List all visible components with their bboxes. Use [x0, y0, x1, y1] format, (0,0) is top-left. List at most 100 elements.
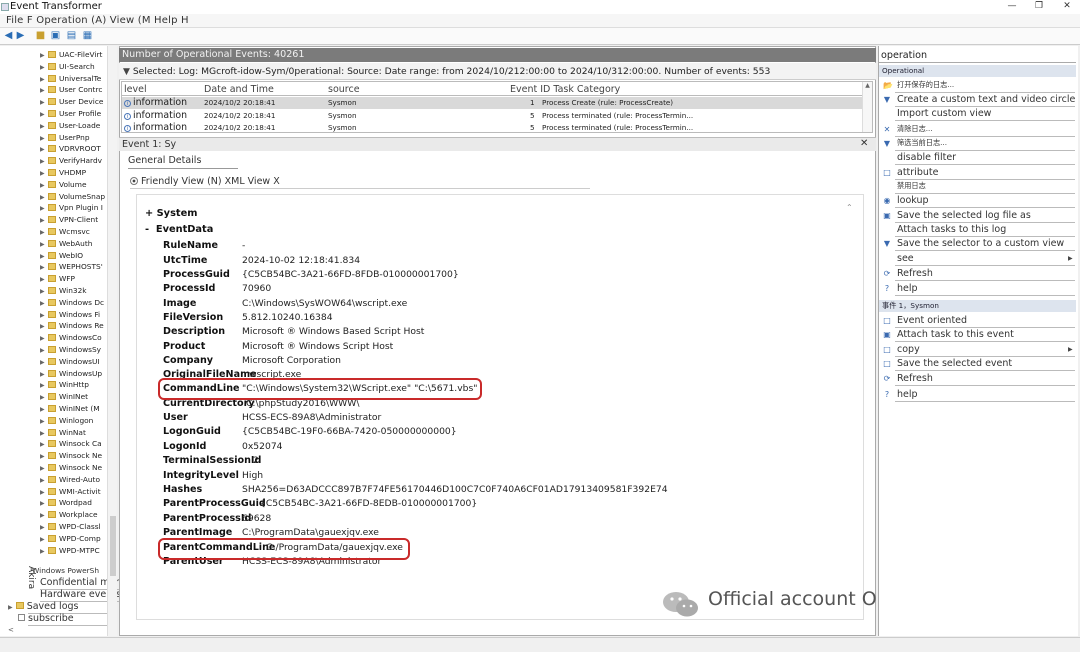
- maximize-icon[interactable]: ❐: [1032, 1, 1046, 12]
- chevron-right-icon[interactable]: ▶: [40, 215, 48, 226]
- collapse-icon[interactable]: -: [145, 224, 156, 235]
- chevron-right-icon[interactable]: ▶: [40, 487, 48, 498]
- chevron-right-icon[interactable]: ▶: [40, 451, 48, 462]
- tree-item[interactable]: ▶ WPD-MTPC: [40, 545, 116, 557]
- tree-item[interactable]: ▶ WinHttp: [40, 379, 116, 391]
- table-row[interactable]: i information 2024/10/2 20:18:41 Sysmon 1…: [122, 97, 867, 109]
- chevron-right-icon[interactable]: ▶: [40, 428, 48, 439]
- chevron-right-icon[interactable]: ▶: [40, 97, 48, 108]
- chevron-right-icon[interactable]: ▶: [40, 380, 48, 391]
- table-row[interactable]: i information 2024/10/2 20:18:41 Sysmon 5…: [122, 110, 867, 122]
- chevron-right-icon[interactable]: ▶: [40, 522, 48, 533]
- action-item[interactable]: Save the selected log file as: [897, 210, 1031, 221]
- chevron-right-icon[interactable]: ▶: [40, 144, 48, 155]
- back-icon[interactable]: ◀: [3, 31, 14, 41]
- tree-item[interactable]: ▶ Volume: [40, 179, 116, 191]
- chevron-right-icon[interactable]: ▶: [40, 239, 48, 250]
- chevron-right-icon[interactable]: ▶: [40, 203, 48, 214]
- tree-item[interactable]: ▶ User Profile: [40, 108, 116, 120]
- chevron-right-icon[interactable]: ▶: [40, 156, 48, 167]
- tree-item[interactable]: ▶ Winlogon: [40, 415, 116, 427]
- chevron-right-icon[interactable]: ▶: [40, 274, 48, 285]
- chevron-right-icon[interactable]: ▶: [40, 404, 48, 415]
- panel-icon[interactable]: ▦: [82, 31, 93, 41]
- chevron-right-icon[interactable]: ▶: [40, 546, 48, 557]
- scroll-thumb[interactable]: [110, 516, 116, 576]
- action-item[interactable]: help: [897, 283, 918, 294]
- chevron-right-icon[interactable]: ▶: [40, 357, 48, 368]
- action-item[interactable]: lookup: [897, 195, 929, 206]
- column-eventid-task[interactable]: Event ID Task Category: [510, 84, 620, 95]
- tree-item[interactable]: ▶ Windows Fi: [40, 309, 116, 321]
- tree-item[interactable]: ▶ User-Loade: [40, 120, 116, 132]
- tree-item[interactable]: ▶ WindowsUp: [40, 368, 116, 380]
- chevron-right-icon[interactable]: ▶: [40, 251, 48, 262]
- tree-item[interactable]: ▶ Wordpad: [40, 497, 116, 509]
- tree-item[interactable]: ▶ WindowsCo: [40, 332, 116, 344]
- tree-item[interactable]: ▶ WEPHOSTS': [40, 261, 116, 273]
- action-item[interactable]: help: [897, 389, 918, 400]
- chevron-up-icon[interactable]: ▲: [863, 82, 872, 89]
- chevron-right-icon[interactable]: ▶: [40, 109, 48, 120]
- radio-selected-icon[interactable]: [130, 177, 138, 185]
- tree-item[interactable]: ▶ User Device: [40, 96, 116, 108]
- chevron-right-icon[interactable]: ▶: [40, 180, 48, 191]
- tree-item[interactable]: ▶ WebAuth: [40, 238, 116, 250]
- chevron-right-icon[interactable]: ▶: [40, 463, 48, 474]
- tree-item-subscribe[interactable]: subscribe: [18, 613, 74, 624]
- action-item[interactable]: Create a custom text and video circle: [897, 94, 1075, 105]
- chevron-right-icon[interactable]: ▶: [40, 50, 48, 61]
- section-eventdata[interactable]: - EventData: [145, 224, 213, 235]
- chevron-right-icon[interactable]: ▶: [40, 192, 48, 203]
- tree-item[interactable]: ▶ Windows Re: [40, 320, 116, 332]
- tree-scrollbar[interactable]: [107, 46, 117, 636]
- action-item[interactable]: 禁用日志: [897, 181, 926, 191]
- tree-item-akira[interactable]: Akira: [26, 566, 36, 589]
- tree-item[interactable]: ▶ WFP: [40, 273, 116, 285]
- chevron-right-icon[interactable]: ▶: [40, 510, 48, 521]
- actions-section-event[interactable]: 事件 1，Sysmon: [879, 300, 1076, 312]
- tree-item[interactable]: ▶ WinNat: [40, 427, 116, 439]
- tree-item[interactable]: ▶ Workplace: [40, 509, 116, 521]
- action-item[interactable]: attribute: [897, 167, 938, 178]
- chevron-right-icon[interactable]: ▶: [40, 298, 48, 309]
- chevron-right-icon[interactable]: ▶: [40, 286, 48, 297]
- chevron-right-icon[interactable]: ▶: [40, 392, 48, 403]
- column-datetime[interactable]: Date and Time: [204, 84, 274, 95]
- chevron-right-icon[interactable]: ▶: [40, 121, 48, 132]
- chevron-right-icon[interactable]: ▶: [40, 262, 48, 273]
- tree-item-powershell[interactable]: Windows PowerSh: [32, 566, 99, 575]
- tree-item[interactable]: ▶ UAC-FileVirt: [40, 49, 116, 61]
- chevron-right-icon[interactable]: ▶: [40, 62, 48, 73]
- tree-item[interactable]: ▶ WebIO: [40, 250, 116, 262]
- tree-item[interactable]: ▶ WindowsUI: [40, 356, 116, 368]
- tree-item[interactable]: ▶ WPD-Classl: [40, 521, 116, 533]
- action-item[interactable]: see: [897, 253, 914, 264]
- tree-item[interactable]: ▶ UniversalTe: [40, 73, 116, 85]
- tree-item[interactable]: ▶ VDRVROOT: [40, 143, 116, 155]
- section-system[interactable]: + System: [145, 208, 197, 219]
- tree-item[interactable]: ▶ VHDMP: [40, 167, 116, 179]
- chevron-right-icon[interactable]: ▶: [40, 133, 48, 144]
- tree-item-saved-logs[interactable]: ▶ Saved logs: [8, 601, 79, 612]
- chevron-right-icon[interactable]: ▶: [40, 475, 48, 486]
- tree-item[interactable]: ▶ WPD-Comp: [40, 533, 116, 545]
- tree-item[interactable]: ▶ Wired-Auto: [40, 474, 116, 486]
- tree-item[interactable]: ▶ WinINet (M: [40, 403, 116, 415]
- close-icon[interactable]: ✕: [1060, 1, 1074, 12]
- chevron-right-icon[interactable]: ▶: [40, 310, 48, 321]
- tree-item[interactable]: ▶ VPN-Client: [40, 214, 116, 226]
- grid-scrollbar[interactable]: ▲: [862, 82, 872, 132]
- console-icon[interactable]: ▤: [66, 31, 77, 41]
- chevron-right-icon[interactable]: ▶: [40, 345, 48, 356]
- chevron-right-icon[interactable]: ▶: [40, 439, 48, 450]
- tree-item[interactable]: ▶ Winsock Ne: [40, 462, 116, 474]
- action-item[interactable]: 清除日志...: [897, 124, 933, 134]
- action-item[interactable]: Save the selected event: [897, 358, 1012, 369]
- action-item[interactable]: Refresh: [897, 268, 933, 279]
- action-item[interactable]: Refresh: [897, 373, 933, 384]
- tree-item[interactable]: ▶ Winsock Ca: [40, 438, 116, 450]
- chevron-right-icon[interactable]: ▶: [40, 498, 48, 509]
- tree-item[interactable]: ▶ VolumeSnap: [40, 191, 116, 203]
- table-row[interactable]: i information 2024/10/2 20:18:41 Sysmon 5…: [122, 122, 867, 134]
